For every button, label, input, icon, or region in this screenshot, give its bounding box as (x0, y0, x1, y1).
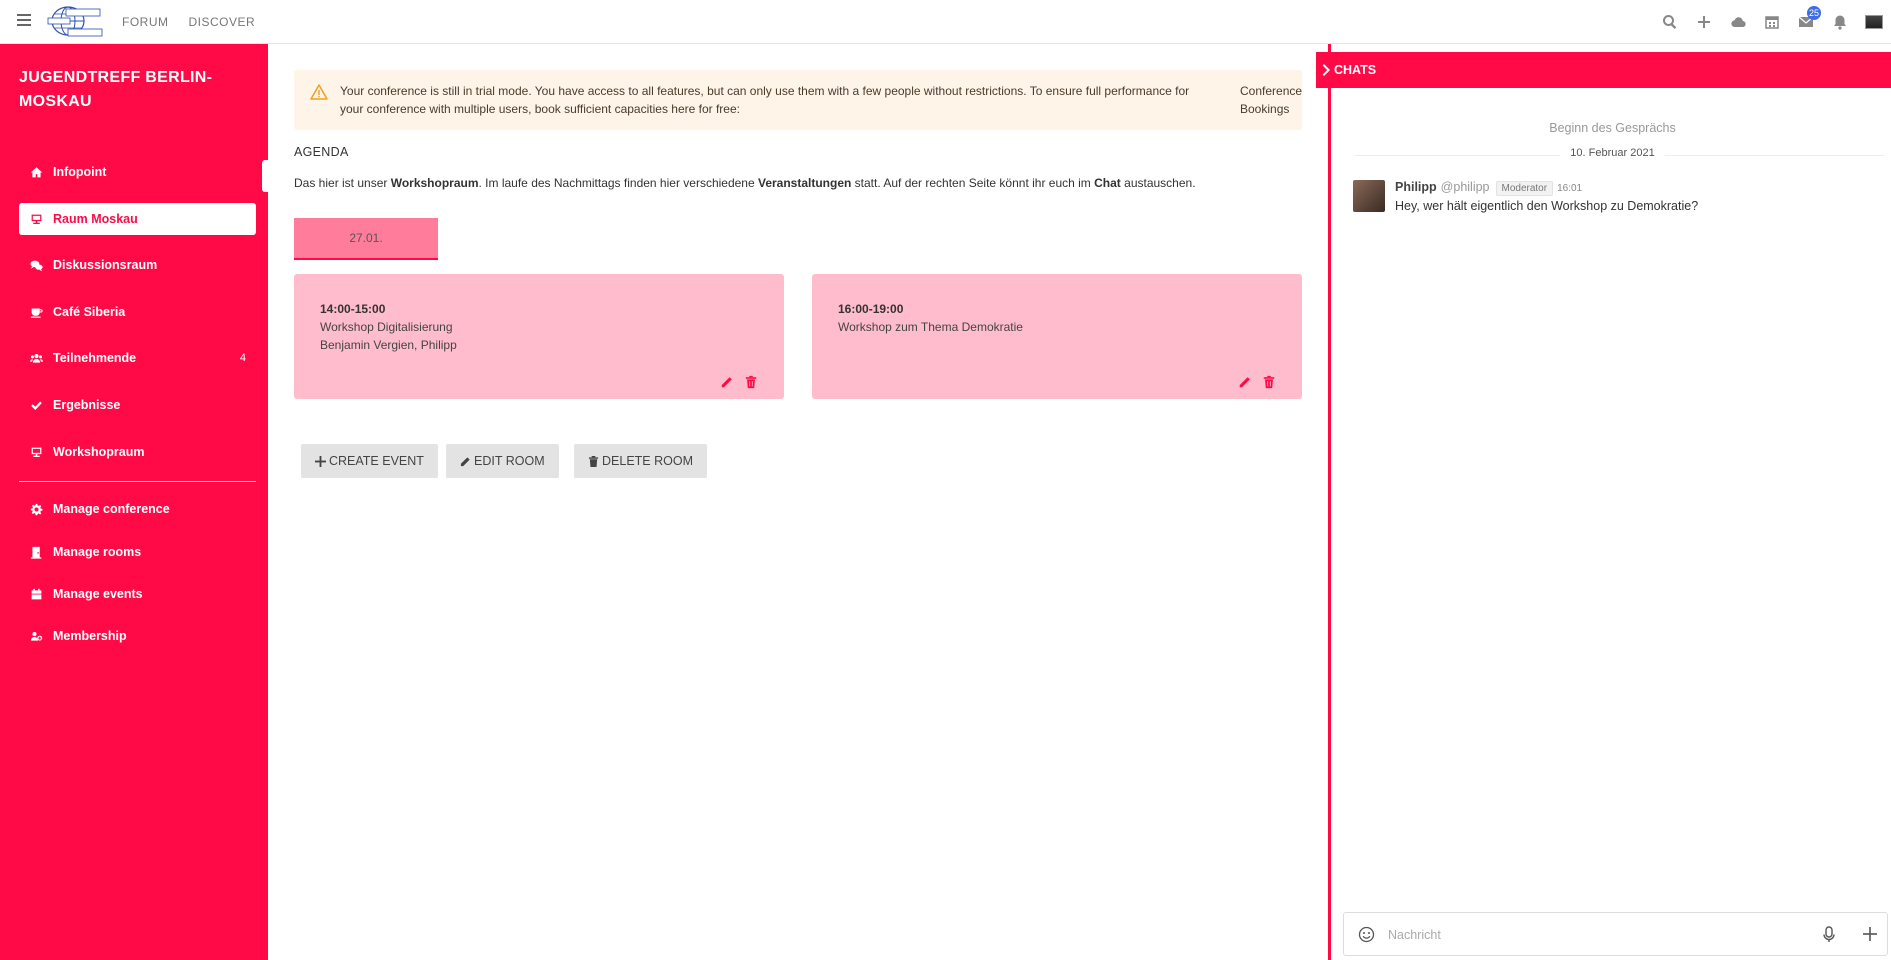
plus-icon (315, 455, 326, 467)
sidebar-item-cafe-siberia[interactable]: Café Siberia (19, 296, 256, 328)
sidebar-item-infopoint[interactable]: Infopoint (19, 156, 256, 188)
warning-icon (310, 84, 328, 100)
pencil-icon (460, 456, 470, 466)
main-content: Your conference is still in trial mode. … (268, 44, 1328, 960)
delete-room-button[interactable]: DELETE ROOM (574, 444, 707, 478)
conference-bookings-link[interactable]: Conference Bookings (1240, 82, 1320, 118)
sidebar-item-label: Workshopraum (53, 445, 145, 459)
sidebar-item-manage-conference[interactable]: Manage conference (19, 493, 256, 525)
sidebar: JUGENDTREFF BERLIN-MOSKAU Infopoint Raum… (0, 44, 268, 960)
plus-icon[interactable] (1687, 0, 1721, 44)
conference-title: JUGENDTREFF BERLIN-MOSKAU (19, 69, 213, 110)
check-icon (29, 398, 43, 412)
top-bar: FORUM DISCOVER 25 (0, 0, 1891, 44)
search-icon[interactable] (1653, 0, 1687, 44)
emoji-icon[interactable] (1358, 926, 1375, 943)
nav-discover[interactable]: DISCOVER (189, 15, 256, 29)
role-badge: Moderator (1495, 181, 1554, 196)
event-card[interactable]: 16:00-19:00 Workshop zum Thema Demokrati… (812, 274, 1302, 399)
sidebar-item-label: Teilnehmende (53, 351, 137, 365)
avatar[interactable] (1857, 0, 1891, 44)
event-people: Benjamin Vergien, Philipp (320, 338, 457, 352)
message-author[interactable]: Philipp (1395, 180, 1437, 194)
date-tab[interactable]: 27.01. (294, 218, 438, 260)
sidebar-item-label: Café Siberia (53, 305, 126, 319)
edit-room-button[interactable]: EDIT ROOM (446, 444, 559, 478)
chat-header: CHATS (1316, 52, 1891, 88)
top-icons: 25 (1653, 0, 1891, 44)
calendar-icon[interactable] (1755, 0, 1789, 44)
coffee-icon (29, 305, 43, 319)
sidebar-item-label: Membership (53, 629, 127, 643)
message-input[interactable] (1388, 925, 1788, 945)
sidebar-item-diskussionsraum[interactable]: Diskussionsraum (19, 249, 256, 281)
chat-title: CHATS (1334, 63, 1377, 77)
message-composer (1343, 912, 1888, 956)
sidebar-item-teilnehmende[interactable]: Teilnehmende 4 (19, 342, 256, 374)
mail-icon[interactable]: 25 (1789, 0, 1823, 44)
top-nav: FORUM DISCOVER (122, 0, 255, 44)
sidebar-item-label: Manage events (53, 587, 143, 601)
membership-icon (29, 629, 43, 643)
event-title: Workshop zum Thema Demokratie (838, 320, 1023, 334)
participant-count: 4 (239, 352, 246, 364)
agenda-heading: AGENDA (294, 145, 349, 159)
sidebar-item-label: Raum Moskau (53, 212, 138, 226)
mail-badge: 25 (1807, 6, 1822, 20)
sidebar-item-raum-moskau[interactable]: Raum Moskau (19, 203, 256, 235)
event-time: 16:00-19:00 (838, 302, 904, 316)
chat-date: 10. Februar 2021 (1331, 147, 1891, 159)
home-icon (29, 165, 43, 179)
trial-message: Your conference is still in trial mode. … (340, 84, 1190, 116)
trash-icon[interactable] (744, 375, 758, 389)
create-event-button[interactable]: CREATE EVENT (301, 444, 438, 478)
trial-notice: Your conference is still in trial mode. … (294, 70, 1302, 130)
sidebar-item-label: Infopoint (53, 165, 107, 179)
sidebar-item-membership[interactable]: Membership (19, 620, 256, 652)
sidebar-item-manage-events[interactable]: Manage events (19, 578, 256, 610)
avatar[interactable] (1353, 180, 1385, 212)
chat-begin: Beginn des Gesprächs (1549, 121, 1676, 135)
calendar-icon (29, 587, 43, 601)
pencil-icon[interactable] (1238, 375, 1252, 389)
event-card[interactable]: 14:00-15:00 Workshop Digitalisierung Ben… (294, 274, 784, 399)
sidebar-item-label: Ergebnisse (53, 398, 121, 412)
sidebar-item-label: Diskussionsraum (53, 258, 158, 272)
sidebar-item-label: Manage conference (53, 502, 170, 516)
nav-forum[interactable]: FORUM (122, 15, 169, 29)
cloud-icon[interactable] (1721, 0, 1755, 44)
event-title: Workshop Digitalisierung (320, 320, 453, 334)
agenda-description: Das hier ist unser Workshopraum. Im lauf… (294, 176, 1196, 190)
users-icon (29, 351, 43, 365)
bell-icon[interactable] (1823, 0, 1857, 44)
event-time: 14:00-15:00 (320, 302, 386, 316)
pencil-icon[interactable] (720, 375, 734, 389)
menu-icon[interactable] (17, 14, 31, 26)
trash-icon[interactable] (1262, 375, 1276, 389)
message-handle: @philipp (1440, 180, 1490, 194)
chevron-right-icon[interactable] (1322, 63, 1332, 77)
globe-logo-icon[interactable] (46, 6, 104, 37)
trash-icon (588, 455, 599, 467)
sidebar-item-ergebnisse[interactable]: Ergebnisse (19, 389, 256, 421)
sidebar-divider (19, 481, 256, 482)
message-time: 16:01 (1557, 183, 1583, 194)
sidebar-item-manage-rooms[interactable]: Manage rooms (19, 536, 256, 568)
plus-icon[interactable] (1862, 926, 1878, 942)
microphone-icon[interactable] (1822, 926, 1836, 943)
message-text: Hey, wer hält eigentlich den Workshop zu… (1395, 199, 1699, 213)
room-icon (29, 212, 43, 226)
gear-icon (29, 502, 43, 516)
room-icon (29, 445, 43, 459)
chat-panel: CHATS Beginn des Gesprächs 10. Februar 2… (1316, 44, 1891, 960)
sidebar-item-label: Manage rooms (53, 545, 142, 559)
door-icon (29, 545, 43, 559)
sidebar-item-workshopraum[interactable]: Workshopraum (19, 436, 256, 468)
comments-icon (29, 258, 43, 272)
